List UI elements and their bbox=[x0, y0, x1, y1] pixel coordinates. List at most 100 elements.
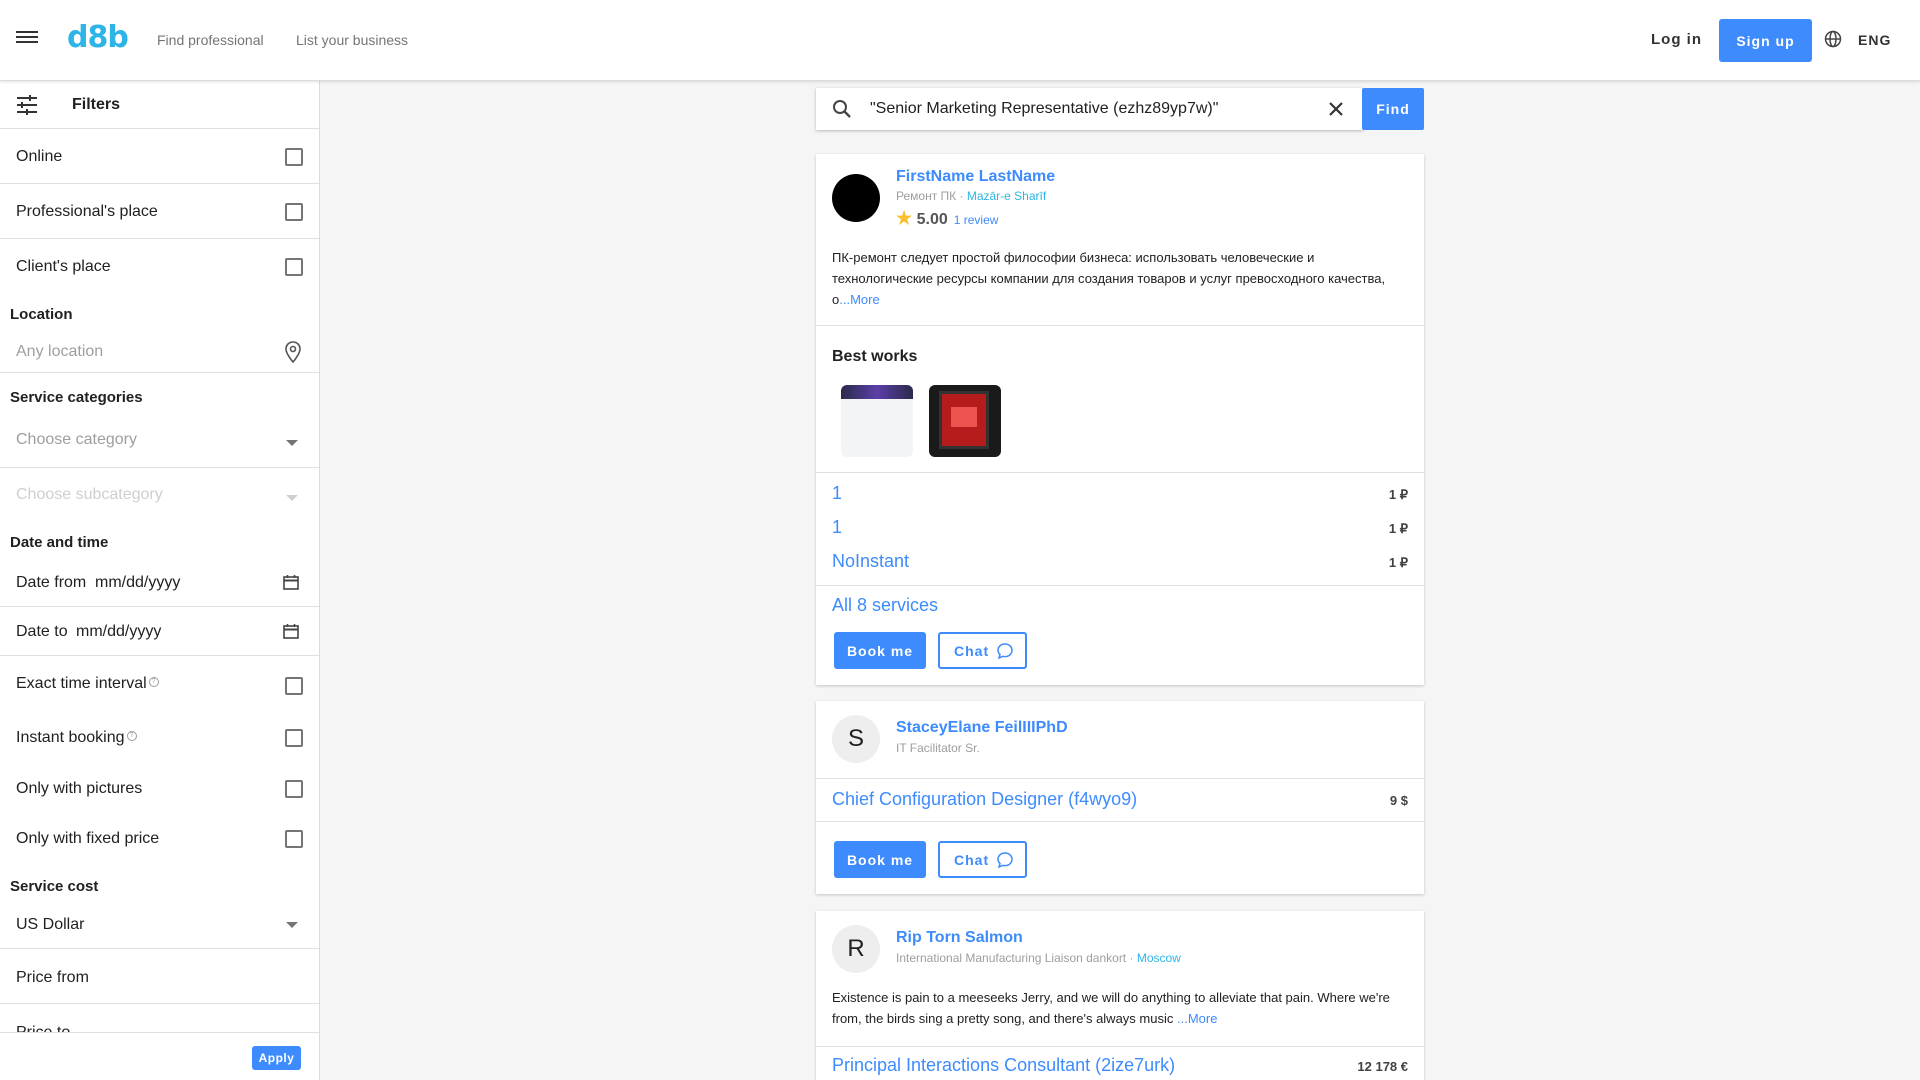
professional-subtitle: Ремонт ПК · Mazār-e Sharīf bbox=[896, 189, 1046, 203]
only-fixed-price-checkbox[interactable] bbox=[285, 830, 303, 848]
best-works-title: Best works bbox=[832, 348, 918, 365]
divider bbox=[816, 585, 1424, 586]
filter-only-pictures[interactable]: Only with pictures bbox=[0, 764, 319, 816]
more-link[interactable]: ...More bbox=[1177, 1011, 1217, 1026]
work-thumbnail[interactable] bbox=[841, 385, 913, 457]
description-text: ПК-ремонт следует простой философии бизн… bbox=[832, 250, 1386, 307]
filter-clients-place[interactable]: Client's place bbox=[0, 239, 319, 294]
calendar-icon[interactable] bbox=[283, 574, 299, 590]
subcategory-placeholder: Choose subcategory bbox=[16, 486, 163, 503]
filter-label: Online bbox=[16, 148, 63, 165]
more-link[interactable]: ...More bbox=[839, 292, 879, 307]
avatar[interactable] bbox=[832, 174, 880, 222]
filter-professionals-place[interactable]: Professional's place bbox=[0, 184, 319, 239]
divider bbox=[816, 325, 1424, 326]
currency-select[interactable]: US Dollar bbox=[0, 902, 319, 949]
logo[interactable]: d8b bbox=[67, 20, 129, 55]
exact-time-checkbox[interactable] bbox=[285, 677, 303, 695]
chevron-down-icon bbox=[286, 440, 298, 446]
rating-value: 5.00 bbox=[916, 211, 948, 228]
professional-name[interactable]: Rip Torn Salmon bbox=[896, 929, 1023, 947]
find-button[interactable]: Find bbox=[1362, 88, 1424, 130]
service-link[interactable]: 1 bbox=[832, 517, 842, 538]
service-cost-heading: Service cost bbox=[10, 878, 99, 895]
category-placeholder: Choose category bbox=[16, 431, 137, 448]
online-checkbox[interactable] bbox=[285, 148, 303, 166]
subtitle-text: Ремонт ПК bbox=[896, 189, 957, 203]
avatar[interactable]: R bbox=[832, 925, 880, 973]
location-input[interactable]: Any location bbox=[0, 331, 319, 373]
filter-only-fixed-price[interactable]: Only with fixed price bbox=[0, 816, 319, 868]
all-services-link[interactable]: All 8 services bbox=[832, 595, 938, 616]
professional-name[interactable]: FirstName LastName bbox=[896, 168, 1055, 186]
signup-button[interactable]: Sign up bbox=[1719, 19, 1812, 62]
service-link[interactable]: Principal Interactions Consultant (2ize7… bbox=[832, 1055, 1175, 1076]
chat-bubble-icon bbox=[997, 852, 1013, 869]
chat-label: Chat bbox=[954, 642, 990, 659]
result-card: R Rip Torn Salmon International Manufact… bbox=[816, 911, 1424, 1080]
date-to-field[interactable]: Date to mm/dd/yyyy bbox=[0, 607, 319, 656]
city-link[interactable]: Moscow bbox=[1137, 951, 1181, 965]
reviews-link[interactable]: 1 review bbox=[954, 213, 999, 227]
star-icon: ★ bbox=[896, 208, 913, 228]
nav-find-professional[interactable]: Find professional bbox=[157, 32, 264, 48]
language-selector[interactable]: ENG bbox=[1858, 32, 1891, 48]
filter-online[interactable]: Online bbox=[0, 129, 319, 184]
clients-place-checkbox[interactable] bbox=[285, 258, 303, 276]
nav-list-business[interactable]: List your business bbox=[296, 32, 408, 48]
search-input[interactable] bbox=[870, 96, 1320, 122]
professional-subtitle: IT Facilitator Sr. bbox=[896, 741, 980, 755]
location-placeholder: Any location bbox=[16, 343, 104, 360]
avatar[interactable]: S bbox=[832, 715, 880, 763]
divider bbox=[816, 821, 1424, 822]
location-heading: Location bbox=[10, 306, 73, 323]
book-me-button[interactable]: Book me bbox=[834, 632, 926, 669]
filters-sidebar: Filters Online Professional's place Clie… bbox=[0, 81, 320, 1080]
instant-booking-checkbox[interactable] bbox=[285, 729, 303, 747]
tune-icon[interactable] bbox=[16, 95, 38, 115]
info-icon[interactable]: ? bbox=[148, 677, 159, 687]
subcategory-select: Choose subcategory bbox=[0, 468, 319, 523]
login-button[interactable]: Log in bbox=[1651, 31, 1702, 48]
subtitle-separator: · bbox=[956, 189, 967, 203]
only-pictures-label: Only with pictures bbox=[16, 780, 143, 797]
service-link[interactable]: 1 bbox=[832, 483, 842, 504]
filter-exact-time[interactable]: Exact time interval? bbox=[0, 656, 319, 712]
description: ПК-ремонт следует простой философии бизн… bbox=[832, 247, 1408, 310]
professionals-place-checkbox[interactable] bbox=[285, 203, 303, 221]
search-bar bbox=[816, 88, 1363, 130]
menu-icon[interactable] bbox=[16, 28, 38, 50]
service-price: 1 ₽ bbox=[1388, 487, 1408, 502]
date-to-label: Date to bbox=[16, 623, 68, 640]
service-link[interactable]: NoInstant bbox=[832, 551, 909, 572]
category-select[interactable]: Choose category bbox=[0, 413, 319, 468]
book-me-button[interactable]: Book me bbox=[834, 841, 926, 878]
date-from-value: mm/dd/yyyy bbox=[95, 574, 181, 591]
date-from-label: Date from bbox=[16, 574, 87, 591]
categories-heading: Service categories bbox=[10, 389, 143, 406]
chat-button[interactable]: Chat bbox=[938, 632, 1027, 669]
chat-button[interactable]: Chat bbox=[938, 841, 1027, 878]
close-icon[interactable] bbox=[1328, 101, 1344, 117]
instant-booking-label: Instant booking bbox=[16, 729, 125, 746]
filter-label: Client's place bbox=[16, 258, 111, 275]
price-from-field[interactable]: Price from bbox=[0, 949, 319, 1004]
filters-header: Filters bbox=[0, 81, 319, 129]
date-to-value: mm/dd/yyyy bbox=[76, 623, 162, 640]
work-thumbnail[interactable] bbox=[929, 385, 1001, 457]
city-link[interactable]: Mazār-e Sharīf bbox=[967, 189, 1046, 203]
description-text: Existence is pain to a meeseeks Jerry, a… bbox=[832, 990, 1390, 1026]
service-link[interactable]: Chief Configuration Designer (f4wyo9) bbox=[832, 789, 1137, 810]
apply-button[interactable]: Apply bbox=[252, 1046, 301, 1070]
datetime-heading: Date and time bbox=[10, 534, 109, 551]
calendar-icon[interactable] bbox=[283, 623, 299, 639]
info-icon[interactable]: ? bbox=[126, 731, 137, 741]
date-from-field[interactable]: Date from mm/dd/yyyy bbox=[0, 558, 319, 607]
globe-icon[interactable] bbox=[1824, 30, 1842, 48]
filter-instant-booking[interactable]: Instant booking? bbox=[0, 712, 319, 764]
only-fixed-price-label: Only with fixed price bbox=[16, 830, 160, 847]
only-pictures-checkbox[interactable] bbox=[285, 780, 303, 798]
chat-bubble-icon bbox=[997, 643, 1013, 660]
apply-bar: Apply bbox=[0, 1032, 319, 1080]
professional-name[interactable]: StaceyElane FeilIIIPhD bbox=[896, 719, 1068, 737]
